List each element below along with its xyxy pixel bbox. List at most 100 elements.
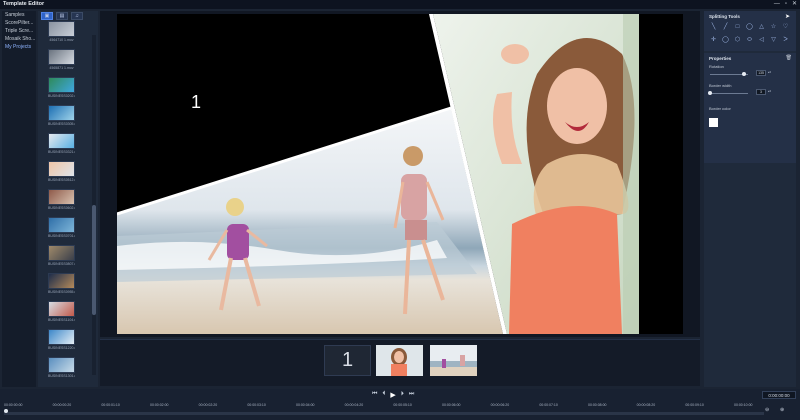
thumbnail-image [48, 329, 75, 345]
timeline-track[interactable] [4, 412, 764, 415]
thumbnail-image [48, 133, 75, 149]
library-scrollbar[interactable] [92, 35, 96, 375]
slot-2-thumbnail[interactable] [376, 345, 423, 376]
shape-tool-icon[interactable]: ▽ [768, 36, 779, 45]
library-thumbnail[interactable]: 4565871 1.mov [48, 49, 75, 70]
slot-1-thumbnail[interactable]: 1 [324, 345, 371, 376]
image-filter-icon[interactable]: ▤ [56, 12, 68, 20]
timeline-ruler[interactable]: 00:00:00:00 00:00:00:20 00:00:01:10 00:00:0… [4, 403, 764, 411]
play-icon[interactable]: ▶ [390, 391, 395, 399]
shape-tool-icon[interactable]: □ [732, 23, 743, 32]
girl-right-dress [401, 174, 427, 220]
thumbnail-image [48, 21, 75, 37]
audio-filter-icon[interactable]: ♫ [71, 12, 83, 20]
library-thumbnail[interactable]: BUSINESS0305.mov [48, 105, 75, 126]
thumbnail-image [48, 161, 75, 177]
library-toolbar: ▣ ▤ ♫ [38, 11, 98, 21]
slot-3-thumbnail[interactable] [430, 345, 477, 376]
shape-tool-icon[interactable]: ╲ [708, 23, 719, 32]
ruler-tick-label: 00:00:03:10 [247, 403, 266, 407]
next-frame-icon[interactable]: ⏵ [401, 391, 404, 399]
shape-tool-icon[interactable]: ☆ [768, 23, 779, 32]
shape-tool-icon[interactable]: ╱ [720, 23, 731, 32]
shape-tool-icon[interactable]: △ [756, 23, 767, 32]
thumbnail-caption: 4564710 1.mov [49, 38, 74, 42]
library-thumbnail[interactable]: BUSINESS1220.mov [48, 329, 75, 350]
playhead[interactable] [4, 409, 8, 413]
library-thumbnail[interactable]: BUSINESS0202.mov [48, 77, 75, 98]
previous-frame-icon[interactable]: ⏴ [382, 391, 385, 399]
window-title: Template Editor [3, 1, 45, 7]
library-thumbnail[interactable]: 4564710 1.mov [48, 21, 75, 42]
thumbnail-caption: BUSINESS0512.mov [48, 178, 75, 182]
ruler-tick-label: 00:00:07:10 [539, 403, 558, 407]
thumbnail-caption: BUSINESS1104.mov [48, 318, 75, 322]
video-filter-icon[interactable]: ▣ [41, 12, 53, 20]
library-thumbnail[interactable]: BUSINESS0955.mov [48, 273, 75, 294]
rotation-slider-knob[interactable] [742, 72, 747, 76]
category-samples[interactable]: Samples [2, 11, 36, 19]
shape-tool-icon[interactable]: ✛ [708, 36, 719, 45]
shape-tool-icon[interactable]: ⬡ [732, 36, 743, 45]
library-thumbnail[interactable]: BUSINESS0512.mov [48, 161, 75, 182]
category-mosaik[interactable]: Mosaik Sho... [2, 35, 36, 43]
minimize-button[interactable]: — [774, 0, 780, 8]
woman-top [509, 206, 622, 334]
border-width-value[interactable]: 3 [756, 89, 766, 95]
library-thumbnail[interactable]: BUSINESS0321.mov [48, 133, 75, 154]
library-thumbnail[interactable]: BUSINESS1104.mov [48, 301, 75, 322]
border-width-slider[interactable] [710, 93, 748, 94]
library-thumbnail[interactable]: BUSINESS1301.mov [48, 357, 75, 378]
woman-face [547, 68, 607, 144]
template-canvas[interactable]: 1 [117, 14, 683, 334]
category-triple-screen[interactable]: Triple Scre... [2, 27, 36, 35]
go-to-end-icon[interactable]: ⏭ [409, 391, 414, 399]
ruler-tick-label: 00:00:01:10 [101, 403, 120, 407]
go-to-start-icon[interactable]: ⏮ [372, 391, 377, 399]
maximize-button[interactable]: ▫ [785, 0, 787, 8]
thumbnail-caption: BUSINESS1301.mov [48, 374, 75, 378]
border-color-swatch[interactable] [709, 118, 718, 127]
thumbnail-image [48, 245, 75, 261]
library-thumbnail[interactable]: BUSINESS0807.mov [48, 245, 75, 266]
shape-tool-icon[interactable]: ◯ [720, 36, 731, 45]
ruler-tick-label: 00:00:06:00 [442, 403, 461, 407]
shape-tool-icon[interactable]: ♡ [780, 23, 791, 32]
zoom-out-icon[interactable]: ⊖ [765, 407, 769, 413]
media-library: ▣ ▤ ♫ 4564710 1.mov 4565871 1.mov BUSINESS… [38, 11, 98, 387]
zoom-in-icon[interactable]: ⊕ [780, 407, 784, 413]
scrollbar-thumb[interactable] [92, 205, 96, 315]
pointer-tool-icon[interactable]: ➤ [785, 13, 790, 20]
rotation-spinner-icon[interactable]: ▴▾ [768, 70, 771, 74]
ruler-tick-label: 00:00:00:00 [4, 403, 23, 407]
thumbnail-image [48, 273, 75, 289]
library-thumbnail[interactable]: BUSINESS0602.mov [48, 189, 75, 210]
border-width-slider-knob[interactable] [708, 91, 712, 95]
thumbnail-caption: 4565871 1.mov [49, 66, 74, 70]
shape-tool-icon[interactable]: ᐳ [780, 36, 791, 45]
close-button[interactable]: ✕ [792, 0, 797, 8]
shape-tool-grid: ╲ ╱ □ ◯ △ ☆ ♡ ✛ ◯ ⬡ ⬭ ◁ ▽ ᐳ [708, 23, 792, 45]
rotation-value[interactable]: 135 [756, 70, 766, 76]
properties-section: Properties 🗑 Rotation 135 ▴▾ Border widt… [704, 53, 796, 163]
girl-right-head [403, 146, 423, 166]
shape-tool-icon[interactable]: ◁ [756, 36, 767, 45]
timecode-field[interactable]: 0:00:00:00 [762, 391, 796, 399]
ruler-tick-label: 00:00:06:20 [490, 403, 510, 407]
delete-icon[interactable]: 🗑 [786, 55, 792, 61]
thumbnail-image [48, 77, 75, 93]
thumbnail-caption: BUSINESS0305.mov [48, 122, 75, 126]
shape-tool-icon[interactable]: ◯ [744, 23, 755, 32]
properties-heading: Properties [709, 56, 732, 61]
border-color-label: Border color [709, 106, 731, 111]
category-my-projects[interactable]: My Projects [2, 43, 36, 51]
border-width-spinner-icon[interactable]: ▴▾ [768, 89, 771, 93]
library-thumbnail[interactable]: BUSINESS0701.mov [48, 217, 75, 238]
region-2-beach [117, 108, 503, 334]
category-scorefilter[interactable]: ScorePilter... [2, 19, 36, 27]
region-strip: 1 [100, 339, 700, 386]
shape-tool-icon[interactable]: ⬭ [744, 36, 755, 45]
thumbnail-image [48, 301, 75, 317]
ruler-tick-label: 00:00:08:20 [636, 403, 656, 407]
thumbnail-caption: BUSINESS0202.mov [48, 94, 75, 98]
